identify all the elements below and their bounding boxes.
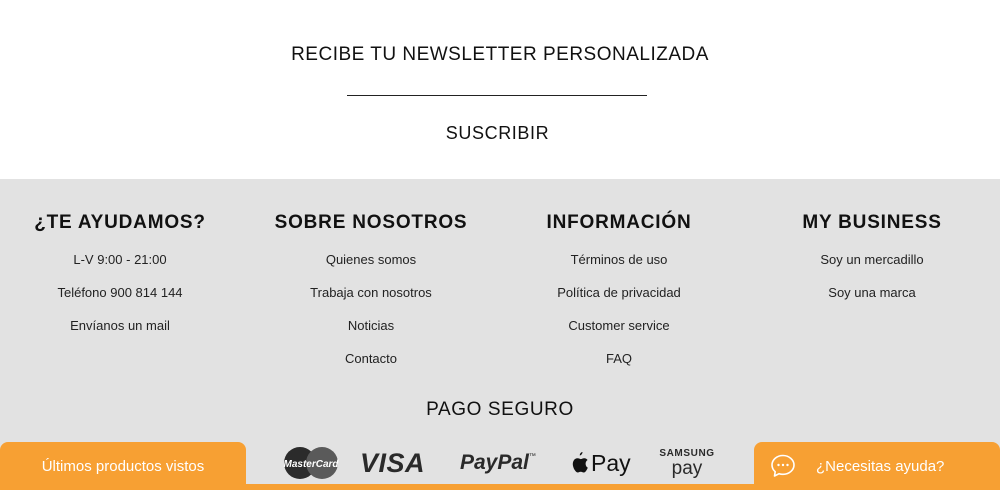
newsletter-section: RECIBE TU NEWSLETTER PERSONALIZADA SUSCR… xyxy=(0,0,1000,179)
apple-pay-logo: Pay xyxy=(569,445,633,481)
column-title-about: SOBRE NOSOTROS xyxy=(274,212,468,233)
apple-icon xyxy=(572,452,588,473)
mastercard-logo: MasterCard xyxy=(282,445,340,481)
business-link-brand[interactable]: Soy una marca xyxy=(747,283,997,316)
column-title-business: MY BUSINESS xyxy=(802,212,942,233)
about-link-who[interactable]: Quienes somos xyxy=(246,250,496,283)
column-title-help: ¿TE AYUDAMOS? xyxy=(34,212,206,233)
info-link-faq[interactable]: FAQ xyxy=(494,349,744,382)
paypal-logo: PayPal ™ xyxy=(460,451,536,474)
samsung-pay-logo: SAMSUNG pay xyxy=(659,448,715,479)
column-title-info: INFORMACIÓN xyxy=(546,212,692,233)
help-mail-link[interactable]: Envíanos un mail xyxy=(0,316,245,349)
footer-column-help: ¿TE AYUDAMOS? L-V 9:00 - 21:00 Teléfono … xyxy=(0,210,245,349)
about-link-news[interactable]: Noticias xyxy=(246,316,496,349)
visa-logo: VISA xyxy=(360,447,426,478)
help-hours: L-V 9:00 - 21:00 xyxy=(73,252,167,267)
info-link-terms[interactable]: Términos de uso xyxy=(494,250,744,283)
business-link-market[interactable]: Soy un mercadillo xyxy=(747,250,997,283)
mastercard-text: MasterCard xyxy=(283,459,339,470)
newsletter-email-input[interactable] xyxy=(347,76,647,96)
help-label: ¿Necesitas ayuda? xyxy=(816,457,945,475)
footer-column-business: MY BUSINESS Soy un mercadillo Soy una ma… xyxy=(747,210,997,316)
recently-viewed-button[interactable]: Últimos productos vistos xyxy=(0,442,246,490)
info-link-privacy[interactable]: Política de privacidad xyxy=(494,283,744,316)
newsletter-title: RECIBE TU NEWSLETTER PERSONALIZADA xyxy=(291,44,709,65)
footer-column-about: SOBRE NOSOTROS Quienes somos Trabaja con… xyxy=(246,210,496,382)
help-chat-button[interactable]: ¿Necesitas ayuda? xyxy=(754,442,1000,490)
footer-column-info: INFORMACIÓN Términos de uso Política de … xyxy=(494,210,744,382)
help-phone-link[interactable]: Teléfono 900 814 144 xyxy=(0,283,245,316)
secure-payment-title: PAGO SEGURO xyxy=(426,399,574,420)
recently-viewed-label: Últimos productos vistos xyxy=(41,457,205,475)
payment-logos: MasterCard VISA PayPal ™ Pay SAMSUNG pay xyxy=(280,445,720,485)
subscribe-button[interactable]: SUSCRIBIR xyxy=(440,120,555,146)
about-link-jobs[interactable]: Trabaja con nosotros xyxy=(246,283,496,316)
info-link-customer-service[interactable]: Customer service xyxy=(494,316,744,349)
about-link-contact[interactable]: Contacto xyxy=(246,349,496,382)
chat-bubble-icon xyxy=(771,454,795,477)
